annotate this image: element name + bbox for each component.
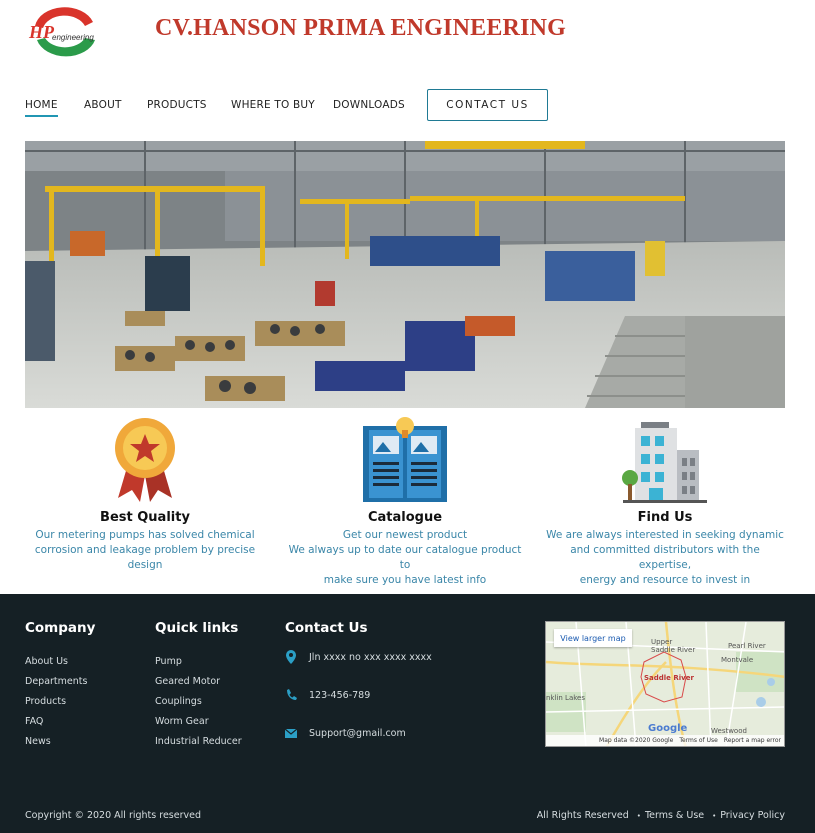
nav-products[interactable]: PRODUCTS [147,99,207,111]
feature-find-us: Find Us We are always interested in seek… [545,416,785,588]
site-footer: Company About Us Departments Products FA… [0,594,815,833]
location-map[interactable]: View larger map Saddle River Upper Saddl… [545,621,785,747]
footer-link-couplings[interactable]: Couplings [155,696,242,716]
footer-link-products[interactable]: Products [25,696,95,716]
legal-links: All Rights Reserved Terms & Use Privacy … [537,810,785,821]
footer-link-industrial-reducer[interactable]: Industrial Reducer [155,736,242,756]
feature-title: Catalogue [367,510,443,525]
map-pin-icon [286,650,296,664]
catalogue-book-icon [363,417,447,502]
feature-best-quality: Best Quality Our metering pumps has solv… [25,416,265,573]
contact-us-button[interactable]: CONTACT US [427,89,548,121]
map-report-link[interactable]: Report a map error [724,737,781,744]
terms-link[interactable]: Terms & Use [637,810,704,821]
feature-catalogue: Catalogue Get our newest product We alwa… [285,416,525,588]
map-place-label: Saddle River [644,674,694,682]
nav-about[interactable]: ABOUT [84,99,122,111]
footer-link-news[interactable]: News [25,736,95,756]
award-ribbon-icon [115,418,175,502]
contact-email[interactable]: Support@gmail.com [285,726,406,740]
footer-link-departments[interactable]: Departments [25,676,95,696]
site-header: HP engineering CV.HANSON PRIMA ENGINEERI… [0,0,815,70]
google-logo: Google [648,723,688,734]
footer-company: Company About Us Departments Products FA… [25,620,95,756]
building-icon [622,422,707,503]
footer-contact: Contact Us Jln xxxx no xxx xxxx xxxx 123… [285,620,515,760]
contact-phone: 123-456-789 [285,688,370,702]
feature-title: Find Us [637,510,693,525]
contact-address: Jln xxxx no xxx xxxx xxxx [285,650,432,664]
map-label: Pearl River [728,642,766,650]
brand-title: CV.HANSON PRIMA ENGINEERING [155,15,567,41]
copyright-text: Copyright © 2020 All rights reserved [25,810,201,821]
feature-description: We are always interested in seeking dyna… [546,529,784,586]
svg-text:HP: HP [28,22,55,42]
footer-link-faq[interactable]: FAQ [25,716,95,736]
privacy-policy-link[interactable]: Privacy Policy [712,810,785,821]
svg-text:engineering: engineering [52,33,94,42]
footer-link-pump[interactable]: Pump [155,656,242,676]
footer-heading: Contact Us [285,620,368,636]
main-nav: HOME ABOUT PRODUCTS WHERE TO BUY DOWNLOA… [25,89,785,121]
nav-downloads[interactable]: DOWNLOADS [333,99,405,111]
footer-quick-links: Quick links Pump Geared Motor Couplings … [155,620,242,756]
all-rights-reserved-text: All Rights Reserved [536,810,629,821]
map-label: Montvale [721,656,754,664]
footer-heading: Company [25,620,96,636]
map-label: nklin Lakes [546,694,585,702]
feature-description: Get our newest product We always up to d… [288,529,522,586]
hero-image [25,141,785,408]
map-label: Upper Saddle River [651,638,696,654]
footer-heading: Quick links [155,620,239,636]
feature-title: Best Quality [100,510,190,525]
footer-link-worm-gear[interactable]: Worm Gear [155,716,242,736]
nav-where-to-buy[interactable]: WHERE TO BUY [231,99,315,111]
feature-description: Our metering pumps has solved chemical c… [34,529,256,571]
footer-link-geared-motor[interactable]: Geared Motor [155,676,242,696]
phone-icon [287,689,297,700]
map-data-text: Map data ©2020 Google [599,737,674,744]
footer-link-about-us[interactable]: About Us [25,656,95,676]
company-logo[interactable]: HP engineering [25,4,103,60]
nav-home[interactable]: HOME [25,99,58,117]
map-label: Westwood [711,727,747,735]
map-terms-link[interactable]: Terms of Use [679,737,717,744]
envelope-icon [285,728,297,738]
map-attribution: Map data ©2020 Google Terms of Use Repor… [546,735,784,746]
view-larger-map-button[interactable]: View larger map [554,629,632,647]
